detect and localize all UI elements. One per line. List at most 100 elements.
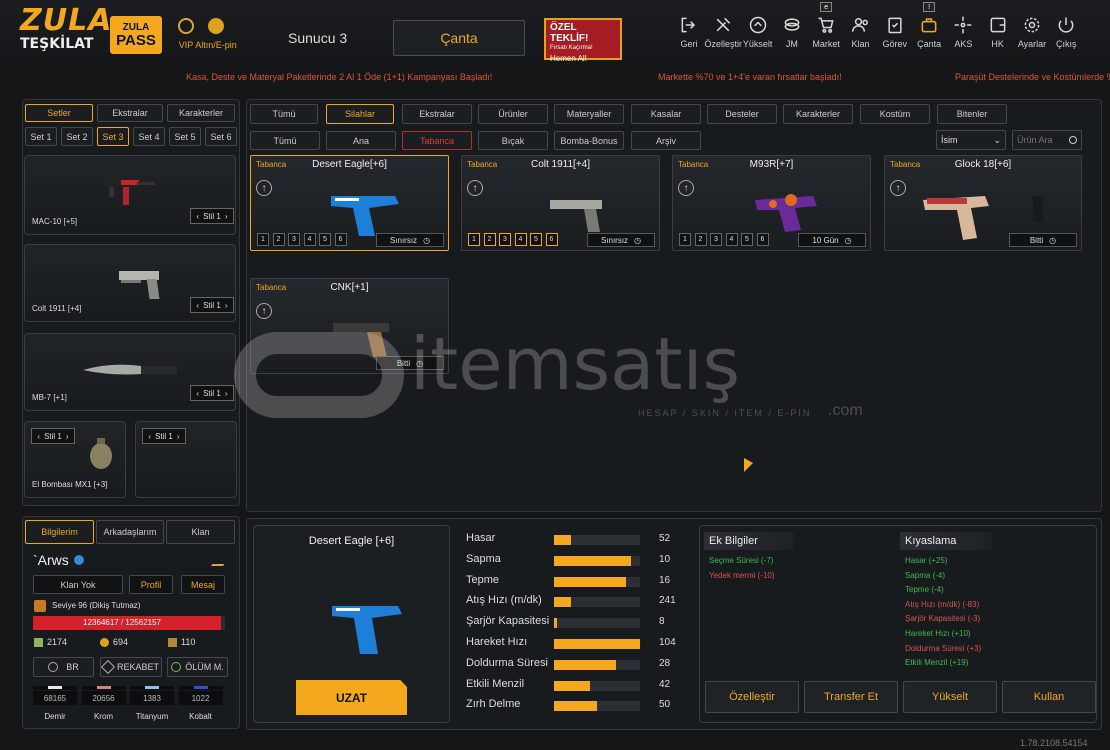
pass-line2: PASS [116, 31, 156, 49]
level-box: 6 [756, 233, 769, 246]
clock-icon: ◷ [1049, 235, 1057, 245]
special-offer-button[interactable]: ÖZEL TEKLİF! Fırsatı Kaçırma! Hemen Al! [544, 18, 622, 63]
nav-item-power[interactable]: Çıkış [1049, 14, 1083, 49]
tab-category[interactable]: Karakterler [783, 104, 853, 124]
item-card[interactable]: Tabanca CNK[+1] ↑ Bitti ◷ [250, 278, 449, 374]
nav-item-users[interactable]: Klan [844, 14, 878, 49]
nav-item-bag[interactable]: ! Çanta [912, 2, 946, 49]
tab-category[interactable]: Ekstralar [402, 104, 472, 124]
item-card[interactable]: Tabanca Glock 18[+6] ↑ Bitti ◷ [884, 155, 1082, 251]
duration-text: Sınırsız [600, 235, 629, 245]
extra-info-line: Seçme Süresi (-7) [709, 556, 774, 565]
tab-clan[interactable]: Klan [166, 520, 235, 544]
search-box[interactable] [1012, 130, 1082, 150]
upgrade-icon[interactable]: ↑ [467, 180, 483, 196]
nav-item-tools[interactable]: Özelleştir [705, 14, 742, 49]
style-selector[interactable]: ‹ Stil 1 › [190, 297, 234, 313]
tab-category[interactable]: Materyaller [554, 104, 624, 124]
upgrade-icon[interactable]: ↑ [678, 180, 694, 196]
item-card[interactable]: Tabanca M93R[+7] ↑ 10 Gün ◷ 123456 [672, 155, 871, 251]
nav-item-exit[interactable]: Geri [672, 14, 706, 49]
transfer-button[interactable]: Transfer Et [804, 681, 898, 713]
tab-extras[interactable]: Ekstralar [97, 104, 163, 122]
tab-set-4[interactable]: Set 4 [133, 127, 165, 146]
loadout-slot-grenade[interactable]: El Bombası MX1 [+3] ‹ Stil 1 › [24, 421, 126, 498]
sort-select[interactable]: İsim ⌄ [936, 130, 1006, 150]
nav-item-gear[interactable]: Ayarlar [1015, 14, 1049, 49]
tab-characters[interactable]: Karakterler [167, 104, 235, 122]
item-card[interactable]: Tabanca Colt 1911[+4] ↑ Sınırsız ◷ 123456 [461, 155, 660, 251]
stat-bar [554, 576, 640, 587]
tab-my-info[interactable]: Bilgilerim [25, 520, 94, 544]
tab-set-3[interactable]: Set 3 [97, 127, 129, 146]
slot-label: Colt 1911 [+4] [32, 304, 82, 313]
version-label: 1.78.2108.54154 [1020, 738, 1088, 748]
tab-set-5[interactable]: Set 5 [169, 127, 201, 146]
tab-category[interactable]: Kostüm [860, 104, 930, 124]
tab-category[interactable]: Kasalar [631, 104, 701, 124]
nav-item-coins[interactable]: JM [775, 14, 809, 49]
tab-set-1[interactable]: Set 1 [25, 127, 57, 146]
nav-item-wallet[interactable]: HK [981, 14, 1015, 49]
nav-item-clipboard[interactable]: Görev [878, 14, 912, 49]
tab-category[interactable]: Silahlar [326, 104, 394, 124]
game-logo[interactable]: ZULA TEŞKİLAT [20, 6, 111, 64]
tab-category[interactable]: Desteler [707, 104, 777, 124]
style-label: Stil 1 [203, 211, 221, 221]
level-box: 2 [483, 233, 496, 246]
item-card[interactable]: Tabanca Desert Eagle[+6] ↑ Sınırsız ◷ 123… [250, 155, 449, 251]
style-selector[interactable]: ‹ Stil 1 › [142, 428, 186, 444]
mode-label: BR [66, 662, 79, 672]
loadout-slot-secondary[interactable]: Colt 1911 [+4] ‹ Stil 1 › [24, 244, 236, 322]
tab-subcategory[interactable]: Bıçak [478, 131, 548, 150]
tools-icon [712, 14, 734, 36]
tab-subcategory[interactable]: Tümü [250, 131, 320, 150]
mode-deathmatch-button[interactable]: ÖLÜM M. [167, 657, 228, 677]
tab-set-6[interactable]: Set 6 [205, 127, 237, 146]
upgrade-icon[interactable]: ↑ [256, 303, 272, 319]
upgrade-icon[interactable]: ↑ [890, 180, 906, 196]
nav-label: Yükselt [742, 39, 773, 49]
tab-sets[interactable]: Setler [25, 104, 93, 122]
loadout-slot-bonus[interactable]: ‹ Stil 1 › [135, 421, 237, 498]
clan-button[interactable]: Klan Yok [33, 575, 123, 594]
nav-item-crosshair[interactable]: AKS [946, 14, 980, 49]
style-selector[interactable]: ‹ Stil 1 › [31, 428, 75, 444]
mode-competitive-button[interactable]: REKABET [100, 657, 162, 677]
mode-br-button[interactable]: BR [33, 657, 94, 677]
tab-subcategory[interactable]: Tabanca [402, 131, 472, 150]
profile-button[interactable]: Profil [129, 575, 173, 594]
gold-button[interactable]: Altın/E-pin [194, 18, 238, 50]
tab-subcategory[interactable]: Ana [326, 131, 396, 150]
tab-subcategory[interactable]: Bomba-Bonus [554, 131, 624, 150]
nav-item-chevron-up[interactable]: Yükselt [741, 14, 775, 49]
extend-button[interactable]: UZAT [296, 680, 407, 715]
style-selector[interactable]: ‹ Stil 1 › [190, 385, 234, 401]
tab-friends[interactable]: Arkadaşlarım [96, 520, 164, 544]
vip-button[interactable]: VIP [176, 18, 196, 50]
upgrade-button[interactable]: Yükselt [903, 681, 997, 713]
upgrade-icon[interactable]: ↑ [256, 180, 272, 196]
use-button[interactable]: Kullan [1002, 681, 1096, 713]
tab-category[interactable]: Ürünler [478, 104, 548, 124]
tab-category[interactable]: Bitenler [937, 104, 1007, 124]
loadout-slot-melee[interactable]: MB-7 [+1] ‹ Stil 1 › [24, 333, 236, 411]
customize-button[interactable]: Özelleştir [705, 681, 799, 713]
message-button[interactable]: Mesaj [181, 575, 225, 594]
server-label[interactable]: Sunucu 3 [288, 30, 347, 46]
laurel-icon [178, 18, 194, 34]
stat-value: 28 [659, 657, 671, 669]
search-input[interactable] [1017, 135, 1065, 145]
tab-subcategory[interactable]: Arşiv [631, 131, 701, 150]
tab-set-2[interactable]: Set 2 [61, 127, 93, 146]
nav-item-cart[interactable]: e Market [809, 2, 843, 49]
stat-bar-fill [554, 576, 627, 587]
nav-label: Geri [680, 39, 698, 49]
style-selector[interactable]: ‹ Stil 1 › [190, 208, 234, 224]
bag-icon [918, 14, 940, 36]
zula-pass-button[interactable]: ZULA PASS [110, 16, 162, 54]
stat-bar-fill [554, 618, 558, 629]
page-title-text: Çanta [440, 30, 478, 46]
tab-category[interactable]: Tümü [250, 104, 318, 124]
loadout-slot-primary[interactable]: MAC-10 [+5] ‹ Stil 1 › [24, 155, 236, 235]
